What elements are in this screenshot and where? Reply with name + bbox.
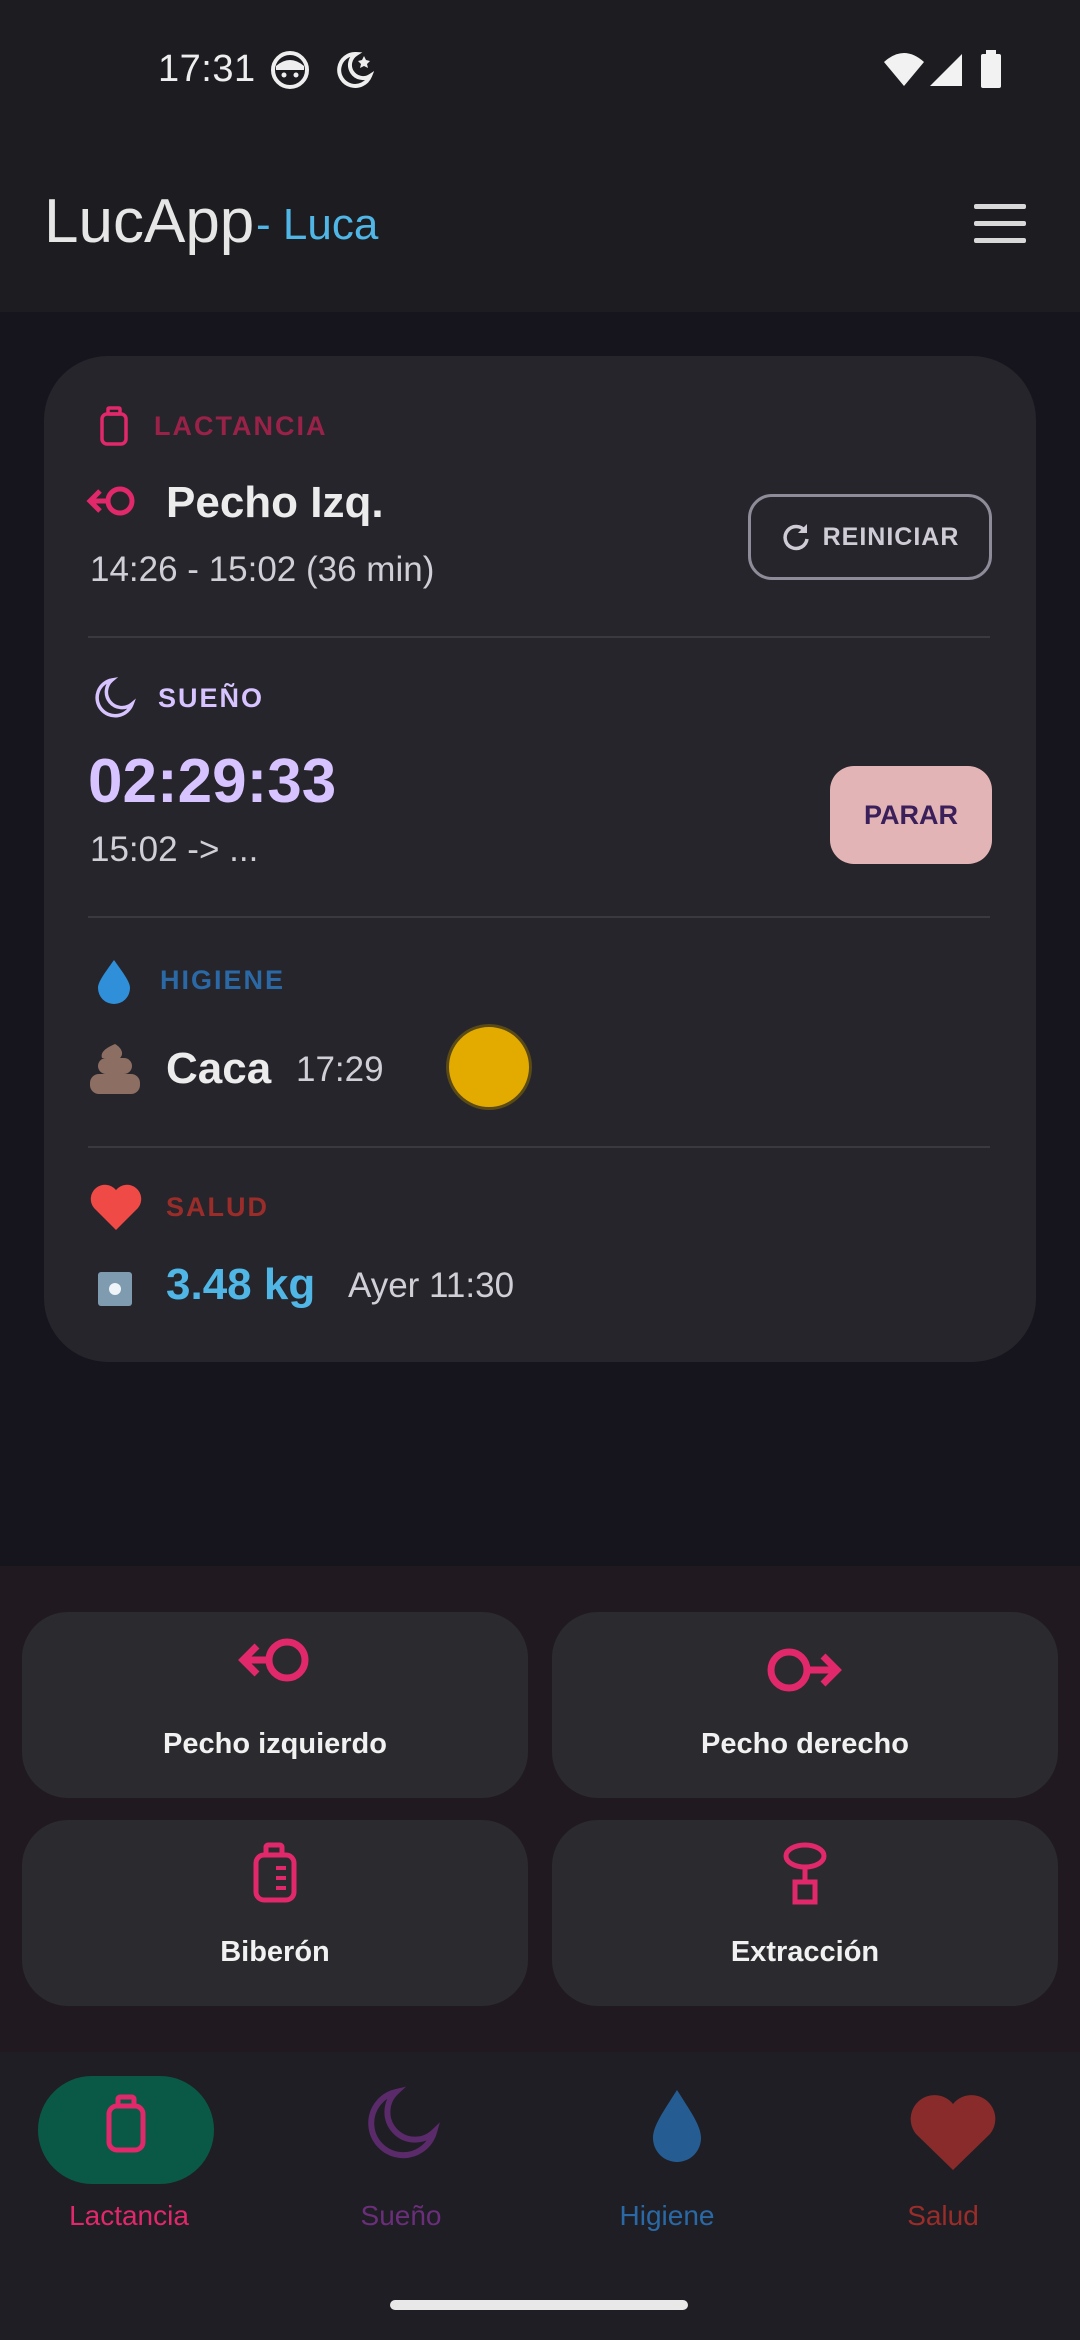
bottle-icon [100,406,128,446]
wifi-icon [884,53,924,86]
status-time: 17:31 [158,48,256,90]
action-right-breast-button[interactable]: Pecho derecho [552,1612,1058,1798]
heart-icon [90,1184,142,1230]
color-swatch [446,1024,532,1110]
restart-label: REINICIAR [822,522,960,551]
quick-actions: Pecho izquierdo Pecho derecho Biberón Ex… [0,1566,1080,2052]
pump-icon [783,1842,827,1905]
status-bar: 17:31 [0,0,1080,140]
action-label: Extracción [730,1936,880,1968]
higiene-header: HIGIENE [94,956,285,1004]
lactancia-side: Pecho Izq. [166,478,384,527]
nav-item-sueno[interactable]: Sueño [266,2052,536,2292]
action-label: Pecho derecho [701,1728,909,1760]
sueno-header: SUEÑO [90,674,264,722]
left-breast-icon [238,1638,309,1682]
sueno-label: SUEÑO [158,682,265,713]
bedtime-mode-icon [337,51,374,88]
nav-label: Salud [907,2200,979,2231]
left-breast-icon [86,486,135,516]
stop-button[interactable]: PARAR [830,766,992,864]
summary-card: LACTANCIA Pecho Izq. 14:26 - 15:02 (36 m… [44,356,1036,1362]
action-label: Pecho izquierdo [163,1728,387,1760]
lactancia-range: 14:26 - 15:02 (36 min) [90,550,435,589]
nav-label: Higiene [619,2200,715,2231]
stop-label: PARAR [864,799,958,830]
app-title: LucApp [44,187,255,256]
bottle-icon [106,2094,146,2153]
app-subtitle: - Luca [256,200,379,249]
hamburger-menu-icon[interactable] [974,204,1030,250]
higiene-time: 17:29 [296,1050,384,1089]
divider [88,916,990,918]
refresh-icon [782,524,809,551]
nav-item-higiene[interactable]: Higiene [542,2052,812,2292]
lactancia-label: LACTANCIA [154,410,328,441]
face-notification-icon [271,51,309,89]
sueno-range: 15:02 -> ... [90,830,259,869]
heart-icon [910,2095,996,2170]
salud-time: Ayer 11:30 [348,1266,515,1305]
app-bar: LucApp - Luca [0,140,1080,312]
signal-icon [930,54,962,86]
moon-icon [368,2086,440,2159]
restart-button[interactable]: REINICIAR [748,494,992,580]
higiene-type: Caca [166,1044,272,1093]
drop-icon [653,2090,701,2162]
action-label: Biberón [220,1936,330,1968]
salud-weight: 3.48 kg [166,1260,316,1309]
battery-icon [981,50,1001,88]
nav-item-lactancia[interactable]: Lactancia [0,2052,270,2292]
action-bottle-button[interactable]: Biberón [22,1820,528,2006]
action-pump-button[interactable]: Extracción [552,1820,1058,2006]
divider [88,636,990,638]
higiene-label: HIGIENE [160,964,286,995]
home-indicator[interactable] [390,2300,688,2310]
bottle-icon [253,1842,297,1903]
sueno-timer: 02:29:33 [88,747,337,816]
drop-icon [98,960,130,1004]
right-breast-icon [767,1648,842,1692]
nav-item-salud[interactable]: Salud [818,2052,1080,2292]
scale-icon [98,1272,132,1306]
divider [88,1146,990,1148]
moon-icon [95,677,136,718]
bottom-navigation: Lactancia Sueño Higiene Salud [0,2052,1080,2340]
salud-label: SALUD [166,1191,269,1222]
nav-label: Lactancia [69,2200,189,2231]
lactancia-header: LACTANCIA [96,406,327,446]
poop-icon [90,1044,140,1094]
nav-label: Sueño [360,2200,442,2231]
action-left-breast-button[interactable]: Pecho izquierdo [22,1612,528,1798]
salud-header: SALUD [88,1182,269,1232]
